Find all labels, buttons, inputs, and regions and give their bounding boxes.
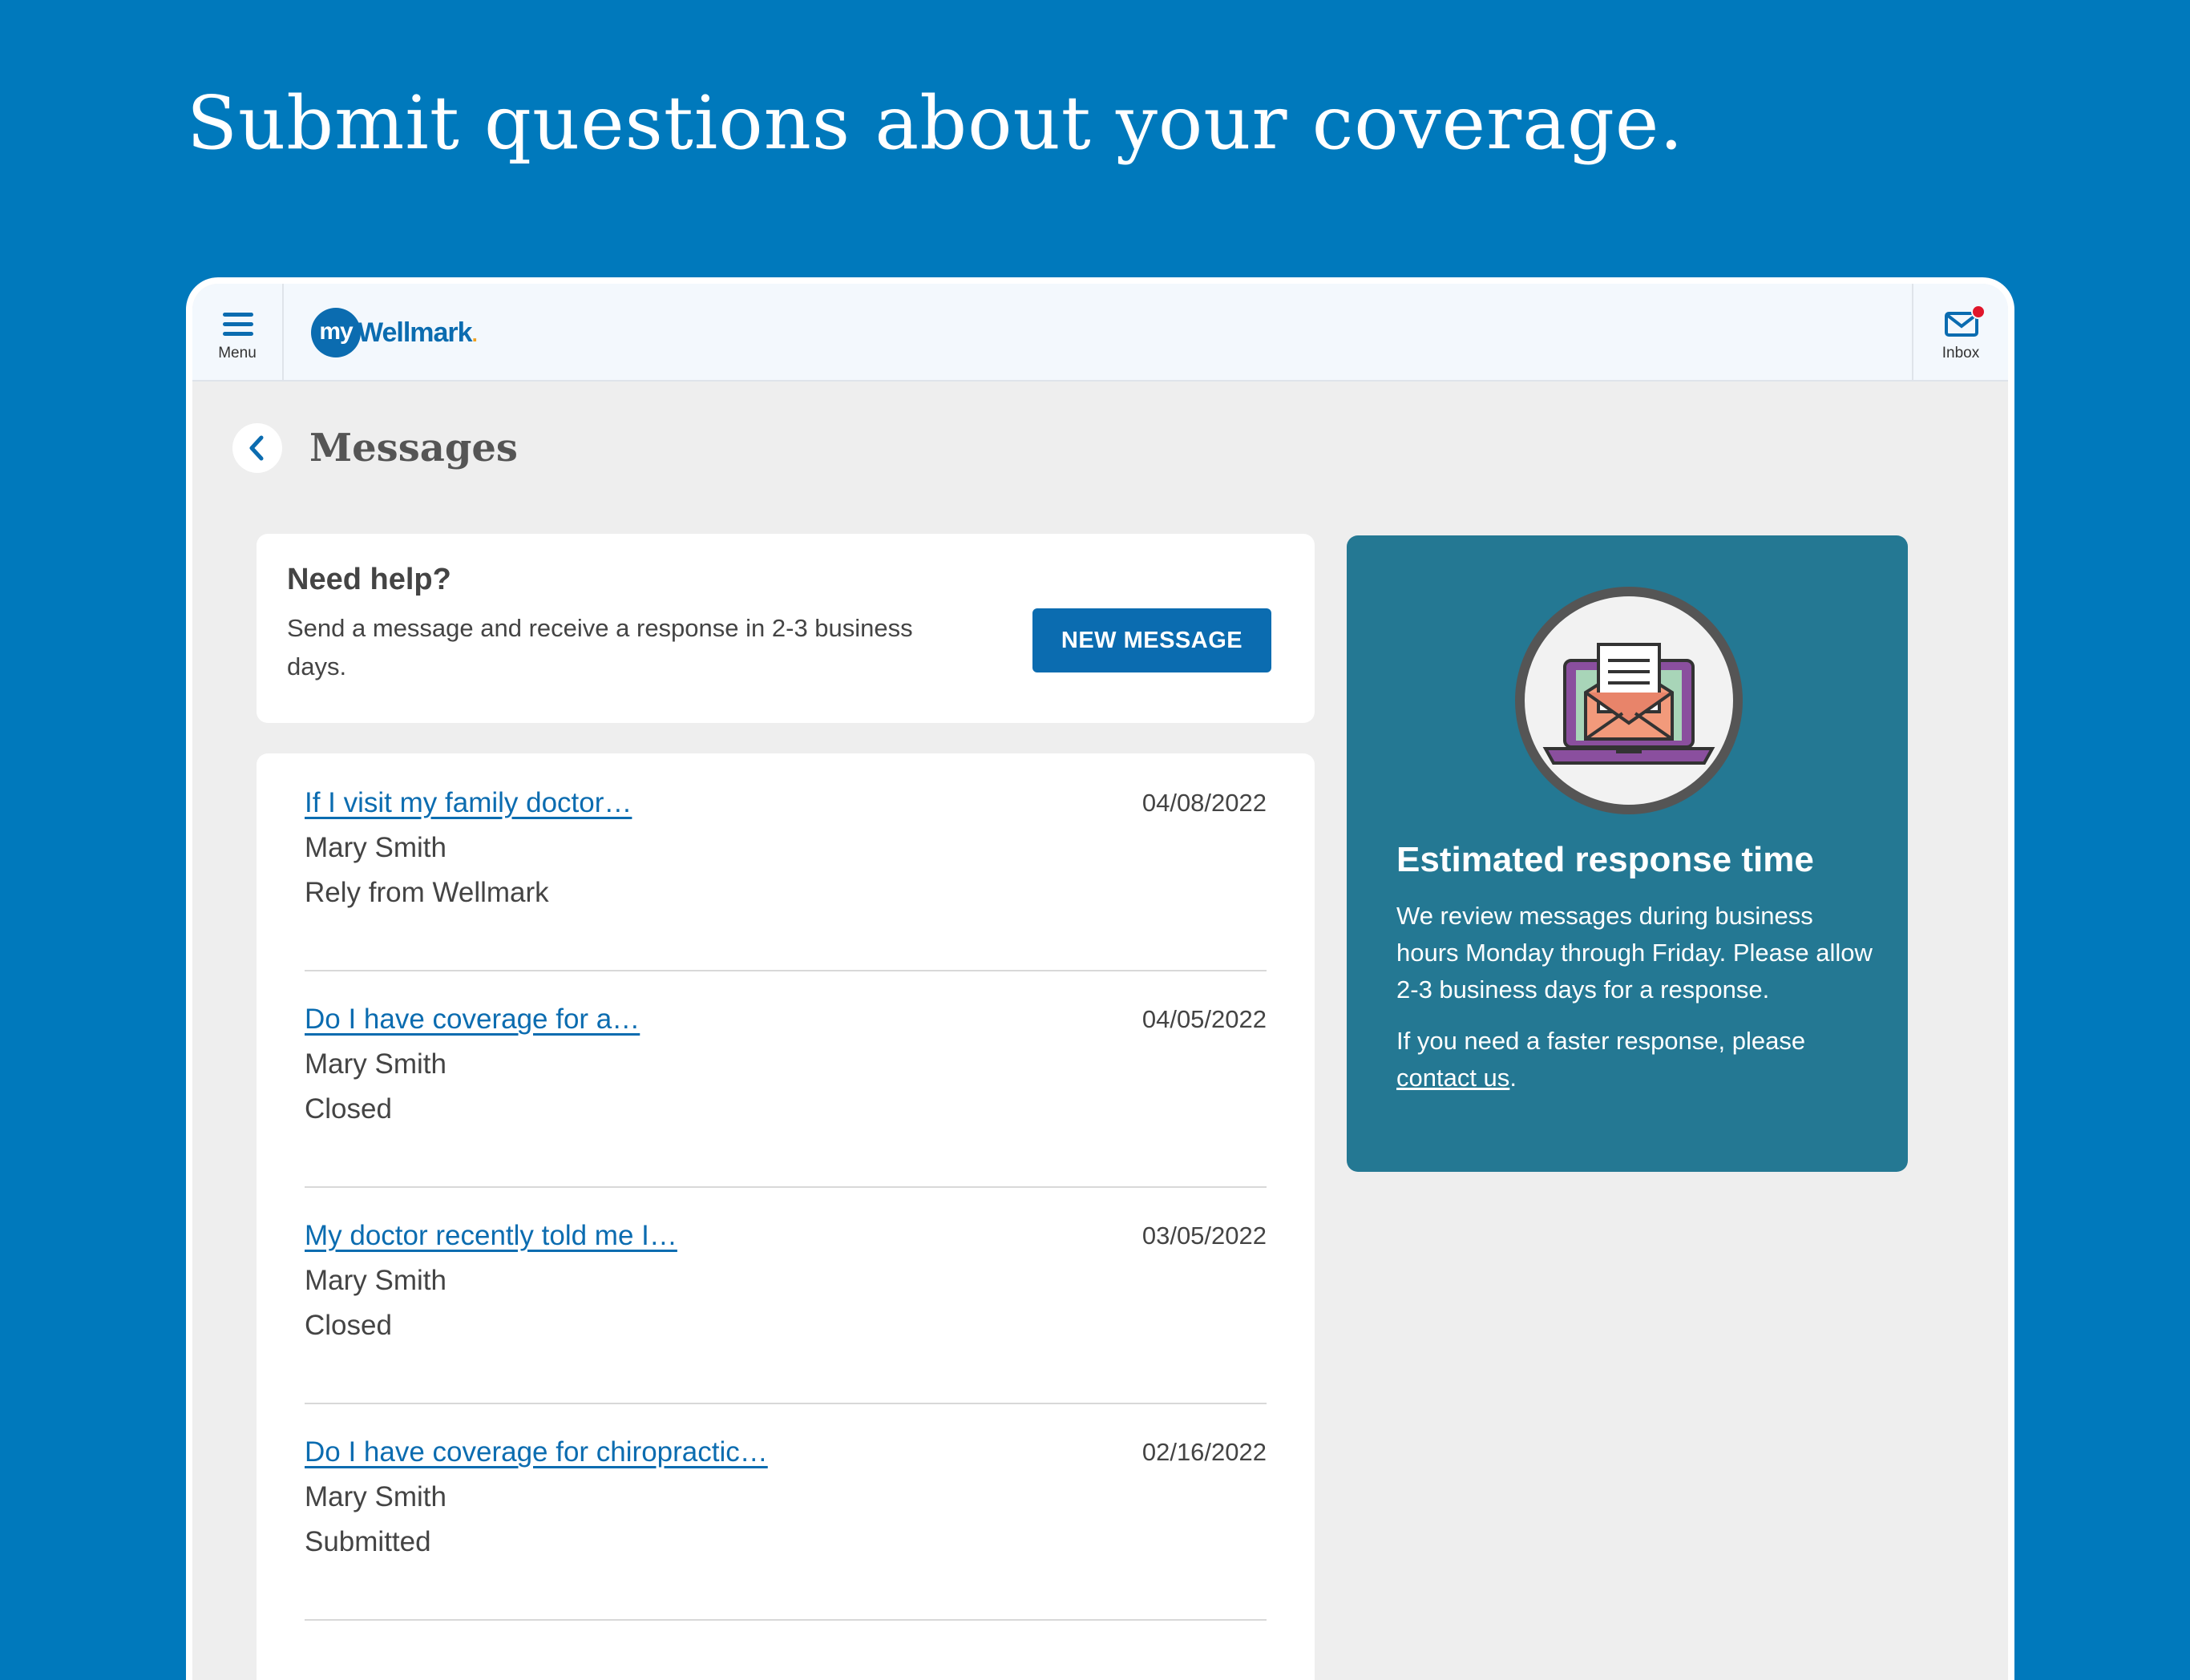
laptop-envelope-illustration xyxy=(1515,587,1743,814)
top-bar: Menu my Wellmark. Inbox xyxy=(192,284,2008,382)
response-time-card: Estimated response time We review messag… xyxy=(1347,535,1908,1172)
message-date: 02/16/2022 xyxy=(1141,1438,1267,1466)
response-time-title: Estimated response time xyxy=(1396,840,1814,879)
list-item[interactable]: If I visit my family doctor… 04/08/2022 … xyxy=(305,753,1267,971)
message-list: If I visit my family doctor… 04/08/2022 … xyxy=(257,753,1315,1680)
message-status: Rely from Wellmark xyxy=(305,877,549,908)
back-button[interactable] xyxy=(232,423,282,473)
help-text: Send a message and receive a response in… xyxy=(287,614,913,680)
list-item[interactable]: Do I have coverage for a… 04/05/2022 Mar… xyxy=(305,970,1267,1188)
hamburger-icon xyxy=(223,313,253,337)
message-status: Closed xyxy=(305,1093,392,1125)
tablet-frame: Menu my Wellmark. Inbox Messages Need he… xyxy=(186,277,2014,1680)
faster-response-text: If you need a faster response, please co… xyxy=(1396,1023,1877,1096)
faster-response-prefix: If you need a faster response, please xyxy=(1396,1027,1806,1055)
help-title: Need help? xyxy=(287,563,451,596)
message-subject-link[interactable]: Do I have coverage for chiropractic… xyxy=(305,1436,768,1468)
message-subject-link[interactable]: Do I have coverage for a… xyxy=(305,1004,640,1036)
inbox-button[interactable]: Inbox xyxy=(1912,284,2008,380)
message-date: 03/05/2022 xyxy=(1141,1222,1267,1250)
menu-button[interactable]: Menu xyxy=(192,284,284,380)
page-title: Messages xyxy=(309,426,518,470)
message-sender: Mary Smith xyxy=(305,1265,446,1296)
logo-wordmark: Wellmark. xyxy=(358,317,478,348)
logo-prefix: my xyxy=(311,308,361,357)
message-date: 04/05/2022 xyxy=(1141,1005,1267,1033)
page-headline: Submit questions about your coverage. xyxy=(187,80,1684,166)
response-time-text: We review messages during business hours… xyxy=(1396,902,1873,1004)
new-message-button[interactable]: NEW MESSAGE xyxy=(1032,608,1271,672)
menu-label: Menu xyxy=(218,345,257,361)
contact-us-link[interactable]: contact us xyxy=(1396,1064,1509,1092)
message-sender: Mary Smith xyxy=(305,1048,446,1080)
list-item[interactable]: My doctor recently told me I… 03/05/2022… xyxy=(305,1186,1267,1404)
faster-response-suffix: . xyxy=(1509,1064,1517,1092)
message-status: Closed xyxy=(305,1310,392,1341)
notification-dot xyxy=(1971,305,1986,319)
message-date: 04/08/2022 xyxy=(1141,789,1267,817)
message-sender: Mary Smith xyxy=(305,1481,446,1512)
message-sender: Mary Smith xyxy=(305,832,446,863)
app-screen: Menu my Wellmark. Inbox Messages Need he… xyxy=(192,284,2008,1680)
help-card: Need help? Send a message and receive a … xyxy=(257,534,1315,723)
message-subject-link[interactable]: My doctor recently told me I… xyxy=(305,1220,677,1252)
message-subject-link[interactable]: If I visit my family doctor… xyxy=(305,787,632,819)
inbox-label: Inbox xyxy=(1942,345,1980,361)
list-item[interactable]: Do I have coverage for chiropractic… 02/… xyxy=(305,1403,1267,1621)
message-status: Submitted xyxy=(305,1526,431,1557)
chevron-left-icon xyxy=(249,435,264,461)
